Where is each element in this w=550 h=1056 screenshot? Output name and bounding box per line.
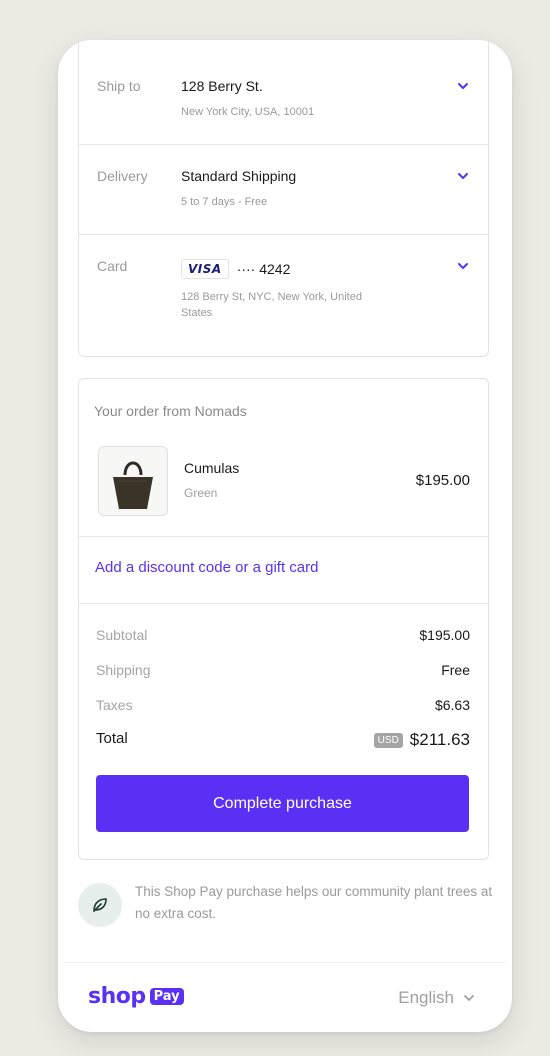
ship-to-address: 128 Berry St. [181,78,263,94]
total-label: Total [96,730,128,747]
eco-badge [78,883,122,927]
ship-to-label: Ship to [97,78,141,94]
product-price: $195.00 [415,472,470,489]
discount-code-link[interactable]: Add a discount code or a gift card [95,559,318,576]
shipping-value: Free [441,662,470,678]
language-label: English [398,988,454,1007]
shipping-row: Shipping Free [96,662,470,678]
currency-badge: USD [373,732,403,748]
product-thumbnail [98,446,168,516]
delivery-row[interactable]: Delivery Standard Shipping 5 to 7 days -… [79,145,488,235]
delivery-method: Standard Shipping [181,168,297,184]
language-selector[interactable]: English [398,988,476,1008]
footer-divider [64,962,506,963]
chevron-down-icon[interactable] [456,169,470,183]
product-name: Cumulas [184,460,240,476]
card-label: Card [97,258,128,274]
taxes-row: Taxes $6.63 [96,697,470,713]
product-variant: Green [184,486,218,500]
taxes-label: Taxes [96,697,133,713]
card-number: ···· 4242 [236,261,291,277]
order-heading: Your order from Nomads [94,403,247,419]
total-value: $211.63 [409,730,470,749]
delivery-eta: 5 to 7 days - Free [181,196,268,208]
eco-message: This Shop Pay purchase helps our communi… [135,884,493,921]
ship-to-row[interactable]: Ship to 128 Berry St. New York City, USA… [79,55,488,145]
chevron-down-icon[interactable] [456,79,470,93]
chevron-down-icon [464,995,474,1001]
tote-bag-image [113,461,153,509]
card-info: VISA ···· 4242 [181,259,290,279]
divider [79,536,488,537]
order-summary-card: Your order from Nomads Cumulas Green $19… [78,378,489,860]
visa-logo: VISA [181,259,229,279]
delivery-label: Delivery [97,168,148,184]
card-row[interactable]: Card VISA ···· 4242 128 Berry St, NYC, N… [79,235,488,355]
complete-purchase-button[interactable]: Complete purchase [96,775,469,832]
chevron-down-icon[interactable] [456,259,470,273]
subtotal-value: $195.00 [419,627,470,643]
shipping-label: Shipping [96,662,151,678]
logo-shop-text: shop [88,984,146,1009]
subtotal-row: Subtotal $195.00 [96,627,470,643]
subtotal-label: Subtotal [96,627,148,643]
taxes-value: $6.63 [434,697,470,713]
total-amount: USD $211.63 [373,730,470,750]
billing-address: 128 Berry St, NYC, New York, United Stat… [181,291,362,319]
checkout-details-card: Ship to 128 Berry St. New York City, USA… [78,40,489,357]
logo-pay-badge: Pay [149,988,184,1005]
divider [79,603,488,604]
total-row: Total USD $211.63 [96,730,470,750]
checkout-sheet: Ship to 128 Berry St. New York City, USA… [58,40,512,1032]
leaf-icon [93,898,107,912]
ship-to-city: New York City, USA, 10001 [181,106,315,118]
shop-pay-logo: shop Pay [88,984,184,1009]
